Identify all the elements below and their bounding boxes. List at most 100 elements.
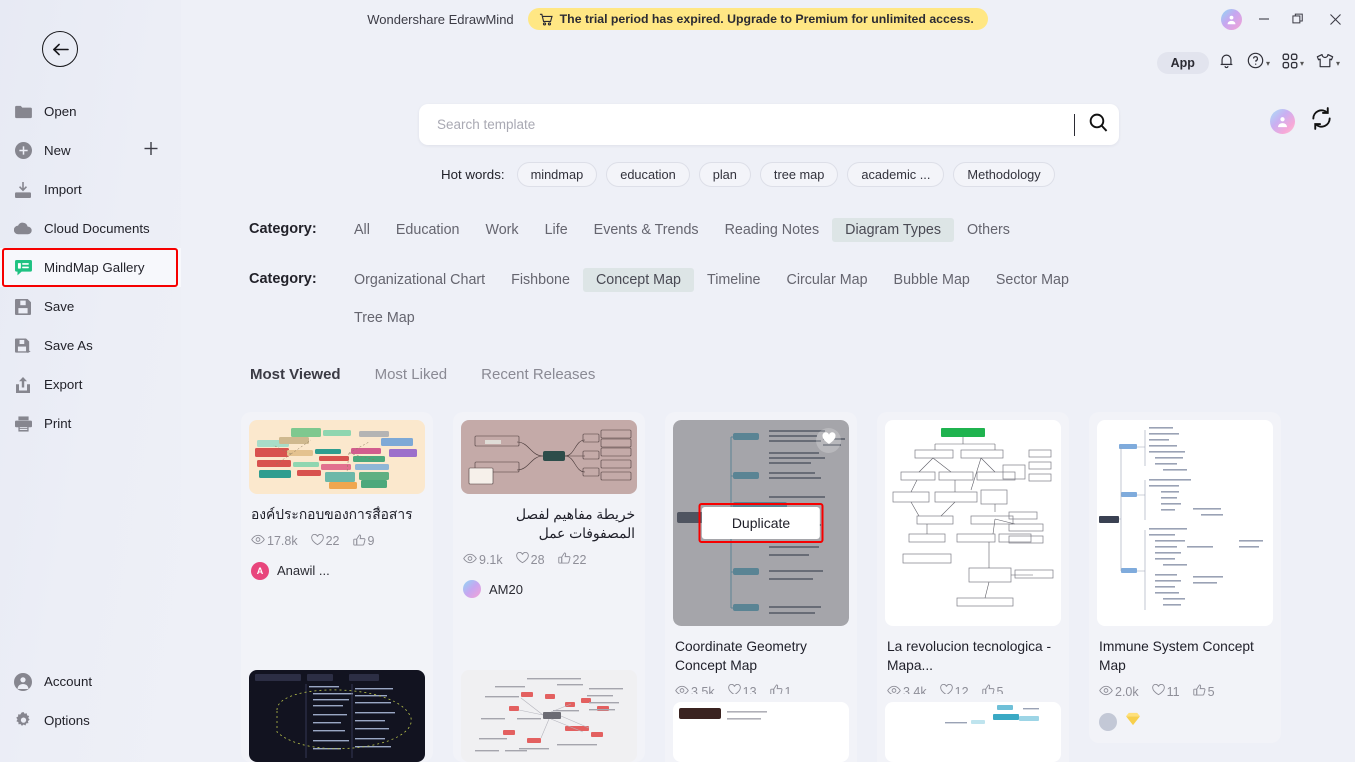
template-thumbnail[interactable] (461, 670, 637, 762)
category-events-trends[interactable]: Events & Trends (581, 218, 712, 242)
sidebar-item-import[interactable]: Import (0, 170, 181, 209)
category-all[interactable]: All (341, 218, 383, 242)
views-count: 17.8k (267, 534, 298, 549)
category-diagram-types[interactable]: Diagram Types (832, 218, 955, 242)
category-education[interactable]: Education (383, 218, 473, 242)
sidebar-bottom-nav: Account Options (0, 662, 181, 740)
category-label: Category: (249, 221, 317, 237)
subcategory-sector-map[interactable]: Sector Map (983, 268, 1082, 292)
category-others[interactable]: Others (954, 218, 1023, 242)
subcategory-timeline[interactable]: Timeline (694, 268, 774, 292)
gallery-user-actions (1270, 106, 1334, 136)
category-items-primary: All Education Work Life Events & Trends … (341, 218, 1023, 242)
likes-stat: 28 (515, 552, 545, 567)
sidebar-item-save-as[interactable]: Save As (0, 326, 181, 365)
sidebar-item-cloud-documents[interactable]: Cloud Documents (0, 209, 181, 248)
subcategory-fishbone[interactable]: Fishbone (498, 268, 583, 292)
template-thumbnail[interactable] (461, 420, 637, 494)
grid-apps-icon (1282, 53, 1298, 74)
template-card[interactable] (241, 662, 433, 762)
template-thumbnail[interactable]: Duplicate (673, 420, 849, 626)
avatar[interactable] (1270, 108, 1295, 134)
top-toolbar: App ▾ ▾ ▾ (1156, 48, 1343, 78)
sidebar-item-label: Open (44, 104, 77, 119)
category-row-secondary: Category: Organizational Chart Fishbone … (249, 268, 1169, 330)
sidebar-item-label: Cloud Documents (44, 221, 150, 236)
notifications-button[interactable] (1215, 48, 1238, 78)
sidebar-item-label: Save (44, 299, 75, 314)
tab-most-viewed[interactable]: Most Viewed (249, 364, 342, 385)
subcategory-bubble-map[interactable]: Bubble Map (881, 268, 983, 292)
back-button[interactable] (42, 31, 78, 67)
subcategory-tree-map[interactable]: Tree Map (341, 306, 1169, 330)
category-reading-notes[interactable]: Reading Notes (712, 218, 833, 242)
refresh-icon[interactable] (1309, 106, 1334, 136)
template-author[interactable]: A Anawil ... (251, 561, 423, 580)
template-thumbnail[interactable] (673, 702, 849, 762)
template-author[interactable]: AM20 (463, 580, 635, 599)
save-as-icon (14, 337, 32, 354)
eye-icon (251, 534, 265, 548)
new-plus-icon[interactable] (143, 140, 159, 161)
sidebar-item-label: Account (44, 674, 93, 689)
plus-circle-icon (14, 142, 32, 159)
template-stats: 17.8k 22 9 (251, 533, 423, 549)
sidebar-item-label: New (44, 143, 71, 158)
sidebar-item-new[interactable]: New (0, 131, 181, 170)
hotword-chip[interactable]: plan (698, 162, 751, 187)
search-icon[interactable] (1087, 111, 1110, 139)
sidebar-item-export[interactable]: Export (0, 365, 181, 404)
template-card[interactable] (665, 694, 857, 762)
chevron-down-icon: ▾ (1299, 58, 1304, 68)
hotword-chip[interactable]: Methodology (953, 162, 1055, 187)
template-thumbnail[interactable] (1097, 420, 1273, 626)
thumbs-stat: 22 (557, 552, 586, 567)
apps-grid-button[interactable]: ▾ (1279, 49, 1307, 78)
theme-button[interactable]: ▾ (1313, 49, 1343, 78)
subcategory-organizational-chart[interactable]: Organizational Chart (341, 268, 498, 292)
subcategory-concept-map[interactable]: Concept Map (582, 268, 694, 292)
search-area: Hot words: mindmap education plan tree m… (419, 104, 1119, 187)
hotword-chip[interactable]: mindmap (516, 162, 598, 187)
app-button[interactable]: App (1156, 52, 1209, 74)
favorite-button[interactable] (816, 428, 841, 453)
hotword-chip[interactable]: academic ... (847, 162, 945, 187)
sidebar-item-label: Print (44, 416, 72, 431)
sidebar-item-open[interactable]: Open (0, 92, 181, 131)
template-card[interactable] (453, 662, 645, 762)
search-input[interactable] (437, 117, 1068, 132)
import-icon (14, 181, 32, 198)
category-work[interactable]: Work (472, 218, 531, 242)
template-card[interactable] (877, 694, 1069, 762)
sidebar-item-save[interactable]: Save (0, 287, 181, 326)
eye-icon (463, 553, 477, 567)
search-box[interactable] (419, 104, 1119, 145)
template-thumbnail[interactable] (249, 670, 425, 762)
sidebar-item-label: Export (44, 377, 83, 392)
chevron-down-icon: ▾ (1335, 58, 1340, 68)
template-thumbnail[interactable] (885, 420, 1061, 626)
tab-most-liked[interactable]: Most Liked (374, 364, 449, 385)
views-count: 9.1k (479, 552, 503, 567)
template-thumbnail[interactable] (885, 702, 1061, 762)
sidebar-item-label: Options (44, 713, 90, 728)
sidebar-item-label: Save As (44, 338, 93, 353)
tab-recent-releases[interactable]: Recent Releases (480, 364, 596, 385)
help-button[interactable]: ▾ (1244, 48, 1273, 78)
export-icon (14, 376, 32, 393)
thumbs-count: 9 (367, 534, 375, 549)
subcategory-circular-map[interactable]: Circular Map (774, 268, 881, 292)
cloud-icon (14, 222, 32, 235)
sidebar-item-mindmap-gallery[interactable]: MindMap Gallery (0, 248, 181, 287)
sidebar-item-options[interactable]: Options (0, 701, 181, 740)
category-life[interactable]: Life (532, 218, 581, 242)
sidebar-item-print[interactable]: Print (0, 404, 181, 443)
sidebar-item-account[interactable]: Account (0, 662, 181, 701)
hotword-chip[interactable]: education (606, 162, 690, 187)
thumbs-stat: 9 (352, 534, 375, 549)
sidebar-item-label: MindMap Gallery (44, 260, 145, 275)
template-thumbnail[interactable] (249, 420, 425, 494)
views-stat: 9.1k (463, 553, 503, 567)
hotword-chip[interactable]: tree map (759, 162, 839, 187)
category-items-secondary: Organizational Chart Fishbone Concept Ma… (341, 268, 1169, 330)
